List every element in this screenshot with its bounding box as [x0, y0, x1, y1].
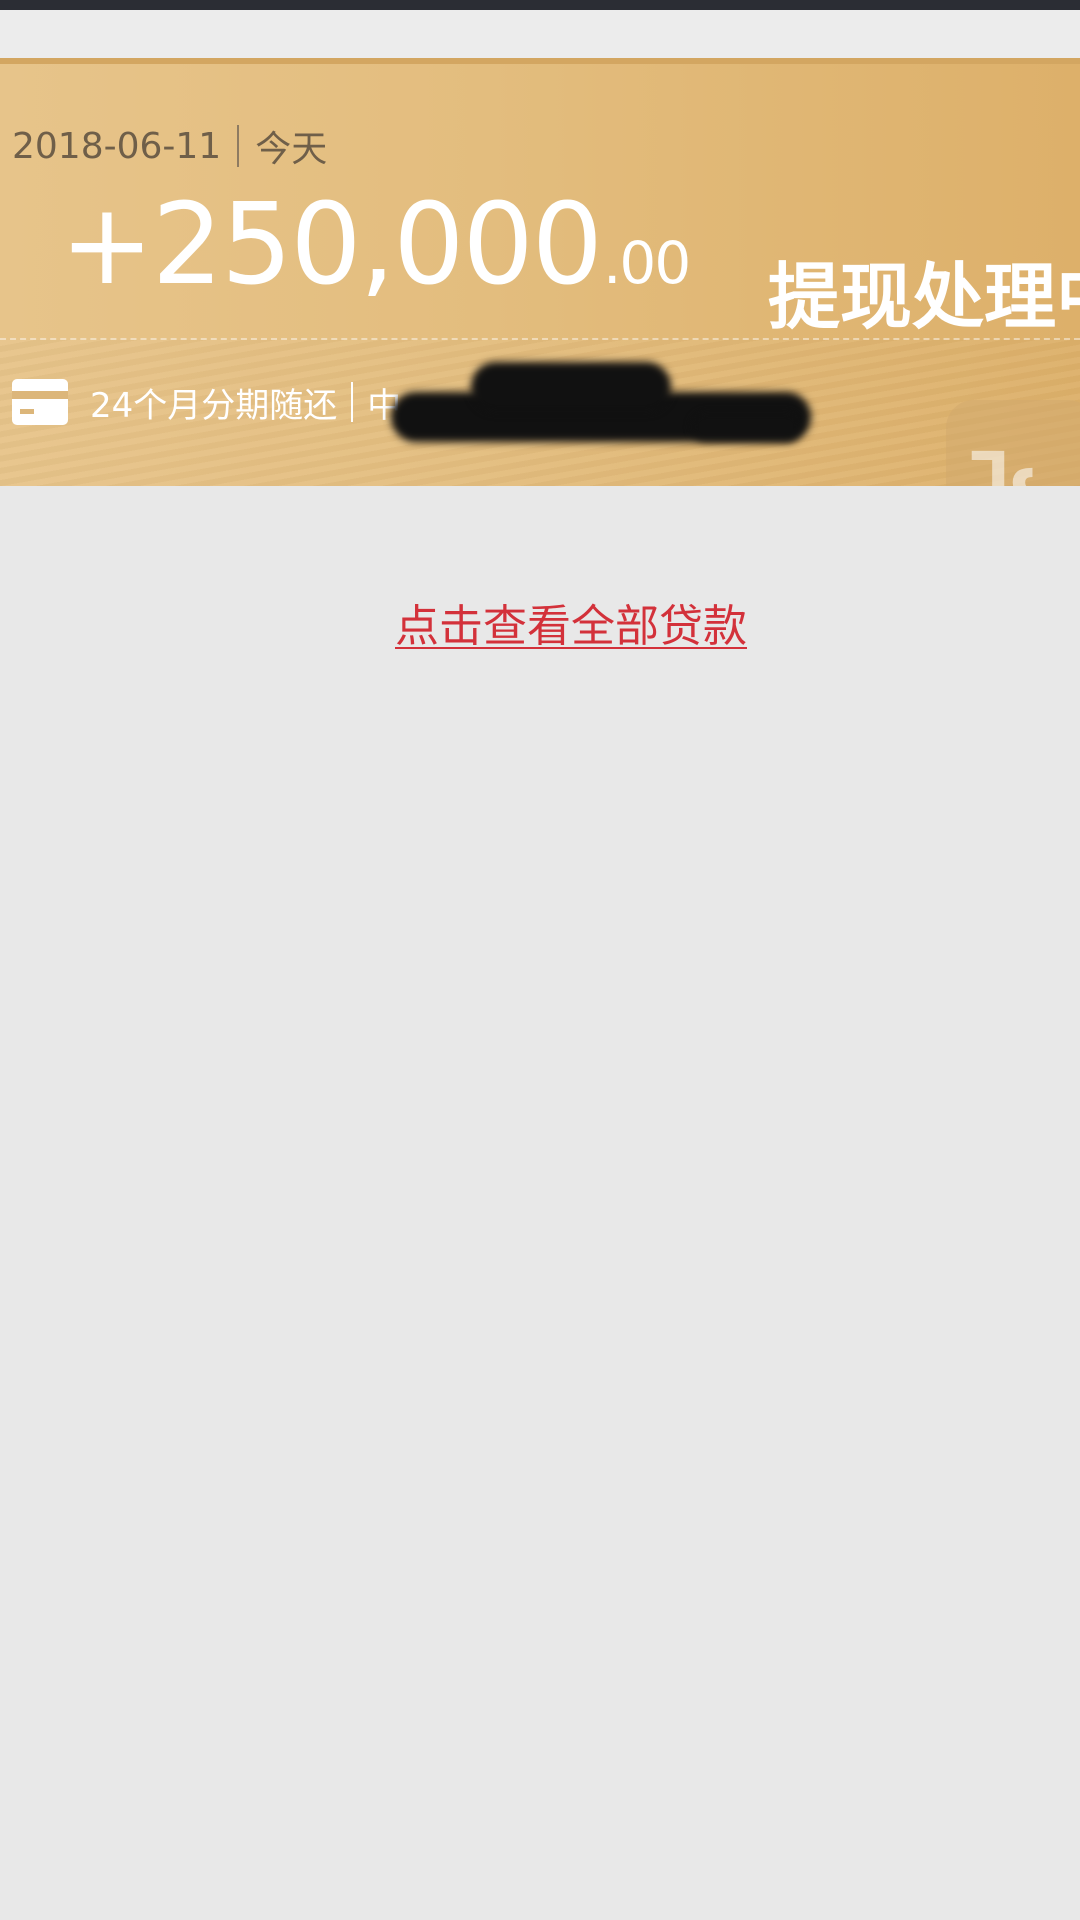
bank-card-icon: [12, 379, 68, 425]
redacted-info: [391, 362, 812, 442]
card-header: 2018-06-11 今天 +250,000 .00 提现处理中: [0, 58, 1080, 340]
status-bar: [0, 0, 1080, 10]
logo-icon: ᒣᓚ: [970, 440, 1070, 486]
redaction-mark: [691, 412, 802, 442]
withdraw-status: 提现处理中: [768, 255, 1080, 339]
repayment-plan-row: 24个月分期随还 中: [12, 362, 812, 442]
loan-amount: +250,000 .00: [60, 180, 691, 340]
amount-decimal: .00: [603, 229, 691, 297]
date-row: 2018-06-11 今天: [12, 116, 327, 176]
date-separator: [237, 125, 240, 167]
view-all-loans-link[interactable]: 点击查看全部贷款: [395, 590, 747, 654]
repayment-plan: 24个月分期随还: [90, 385, 338, 426]
top-spacer: [0, 10, 1080, 60]
amount-integer: +250,000: [60, 180, 603, 310]
plan-separator: [351, 382, 354, 422]
redaction-mark: [471, 362, 672, 412]
loan-page: 2018-06-11 今天 +250,000 .00 提现处理中 24个月分期随…: [0, 0, 1080, 1920]
app-logo-watermark: ᒣᓚ: [946, 400, 1080, 486]
loan-record-card[interactable]: 2018-06-11 今天 +250,000 .00 提现处理中 24个月分期随…: [0, 58, 1080, 486]
loan-date: 2018-06-11: [12, 125, 222, 167]
view-all-row: 点击查看全部贷款: [0, 590, 1080, 654]
day-label: 今天: [255, 129, 328, 170]
